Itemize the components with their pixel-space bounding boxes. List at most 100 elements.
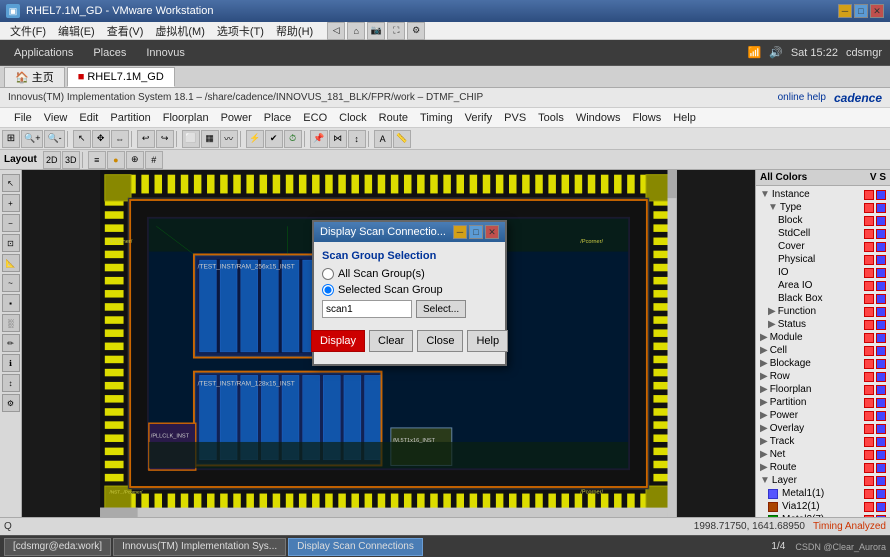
vs-v-via12[interactable] <box>864 502 874 512</box>
menu-edit[interactable]: 编辑(E) <box>52 23 101 39</box>
menu-pvs[interactable]: PVS <box>498 111 532 125</box>
vs-s-area-io[interactable] <box>876 281 886 291</box>
menu-tab[interactable]: 选项卡(T) <box>211 23 270 39</box>
lt-config[interactable]: ⚙ <box>2 394 20 412</box>
tree-status[interactable]: ▶ Status <box>758 318 888 331</box>
tree-cover[interactable]: Cover <box>758 240 888 253</box>
vs-s-type[interactable] <box>876 203 886 213</box>
tree-layer[interactable]: ▼ Layer <box>758 474 888 487</box>
toolbar-back[interactable]: ◁ <box>327 22 345 40</box>
taskbar-terminal[interactable]: [cdsmgr@eda:work] <box>4 538 111 556</box>
vs-s-route[interactable] <box>876 463 886 473</box>
vs-s-layer[interactable] <box>876 476 886 486</box>
vs-s-io[interactable] <box>876 268 886 278</box>
tree-row-item[interactable]: ▶ Row <box>758 370 888 383</box>
vs-v-status[interactable] <box>864 320 874 330</box>
vs-s-overlay[interactable] <box>876 424 886 434</box>
vs-v-cover[interactable] <box>864 242 874 252</box>
tree-cell[interactable]: ▶ Cell <box>758 344 888 357</box>
tb-annotate[interactable]: A <box>374 130 392 148</box>
tb-ruler[interactable]: 📏 <box>393 130 411 148</box>
close-button[interactable]: ✕ <box>870 4 884 18</box>
taskbar-innovus[interactable]: Innovus(TM) Implementation Sys... <box>113 538 286 556</box>
vs-v-stdcell[interactable] <box>864 229 874 239</box>
vs-s-metal1[interactable] <box>876 489 886 499</box>
tree-blackbox[interactable]: Black Box <box>758 292 888 305</box>
tb-pin[interactable]: 📌 <box>310 130 328 148</box>
menu-place[interactable]: Place <box>258 111 298 125</box>
vs-s-physical[interactable] <box>876 255 886 265</box>
vs-s-net[interactable] <box>876 450 886 460</box>
vs-s-stdcell[interactable] <box>876 229 886 239</box>
tree-track[interactable]: ▶ Track <box>758 435 888 448</box>
tb-undo[interactable]: ↩ <box>137 130 155 148</box>
lt-unzoom[interactable]: − <box>2 214 20 232</box>
menu-help[interactable]: 帮助(H) <box>270 23 319 39</box>
vs-v-net[interactable] <box>864 450 874 460</box>
tb-zoom-fit[interactable]: ⊞ <box>2 130 20 148</box>
tree-instance[interactable]: ▼ Instance <box>758 188 888 201</box>
tb-move[interactable]: ✥ <box>92 130 110 148</box>
vs-s-instance[interactable] <box>876 190 886 200</box>
dialog-minimize[interactable]: ─ <box>453 225 467 239</box>
menu-tools[interactable]: Tools <box>532 111 570 125</box>
vs-s-power[interactable] <box>876 411 886 421</box>
tree-block[interactable]: Block <box>758 214 888 227</box>
tb-floorplan[interactable]: ⬜ <box>182 130 200 148</box>
vs-s-blockage[interactable] <box>876 359 886 369</box>
menu-view[interactable]: 查看(V) <box>101 23 150 39</box>
menu-flows[interactable]: Flows <box>626 111 667 125</box>
places-menu[interactable]: Places <box>87 45 132 61</box>
tb-timing[interactable]: ⏱ <box>284 130 302 148</box>
menu-clock[interactable]: Clock <box>333 111 373 125</box>
vs-v-physical[interactable] <box>864 255 874 265</box>
tree-floorplan[interactable]: ▶ Floorplan <box>758 383 888 396</box>
vs-v-cell[interactable] <box>864 346 874 356</box>
menu-file[interactable]: 文件(F) <box>4 23 52 39</box>
tree-overlay[interactable]: ▶ Overlay <box>758 422 888 435</box>
vs-v-block[interactable] <box>864 216 874 226</box>
lt-select[interactable]: ↖ <box>2 174 20 192</box>
menu-verify[interactable]: Verify <box>459 111 499 125</box>
tb-route[interactable]: 〰 <box>220 130 238 148</box>
vs-v-function[interactable] <box>864 307 874 317</box>
vs-s-row[interactable] <box>876 372 886 382</box>
radio-all-scan[interactable] <box>322 268 334 280</box>
vs-v-io[interactable] <box>864 268 874 278</box>
tree-power[interactable]: ▶ Power <box>758 409 888 422</box>
vs-v-module[interactable] <box>864 333 874 343</box>
lt-net[interactable]: ~ <box>2 274 20 292</box>
menu-innovus-help[interactable]: Help <box>667 111 702 125</box>
vs-v-blackbox[interactable] <box>864 294 874 304</box>
menu-innovus-edit[interactable]: Edit <box>73 111 104 125</box>
help-button[interactable]: Help <box>467 330 508 352</box>
toolbar-fullscreen[interactable]: ⛶ <box>387 22 405 40</box>
applications-menu[interactable]: Applications <box>8 45 79 61</box>
vs-v-metal1[interactable] <box>864 489 874 499</box>
select-button[interactable]: Select... <box>416 300 466 318</box>
tree-io[interactable]: IO <box>758 266 888 279</box>
tb-snap[interactable]: ⊕ <box>126 151 144 169</box>
menu-route[interactable]: Route <box>373 111 414 125</box>
taskbar-display-scan[interactable]: Display Scan Connections <box>288 538 423 556</box>
lt-fill[interactable]: ░ <box>2 314 20 332</box>
lt-edit[interactable]: ✏ <box>2 334 20 352</box>
tree-physical[interactable]: Physical <box>758 253 888 266</box>
maximize-button[interactable]: □ <box>854 4 868 18</box>
tree-partition[interactable]: ▶ Partition <box>758 396 888 409</box>
tree-stdcell[interactable]: StdCell <box>758 227 888 240</box>
tb-select[interactable]: ↖ <box>73 130 91 148</box>
vs-v-power[interactable] <box>864 411 874 421</box>
vs-s-cover[interactable] <box>876 242 886 252</box>
lt-arrow[interactable]: ↕ <box>2 374 20 392</box>
tb-net[interactable]: ⋈ <box>329 130 347 148</box>
clear-button[interactable]: Clear <box>369 330 413 352</box>
toolbar-home[interactable]: ⌂ <box>347 22 365 40</box>
menu-innovus-view[interactable]: View <box>38 111 74 125</box>
tree-module[interactable]: ▶ Module <box>758 331 888 344</box>
vs-v-blockage[interactable] <box>864 359 874 369</box>
menu-partition[interactable]: Partition <box>104 111 156 125</box>
menu-floorplan[interactable]: Floorplan <box>157 111 215 125</box>
toolbar-snapshot[interactable]: 📷 <box>367 22 385 40</box>
tb-layer-mgr[interactable]: ≡ <box>88 151 106 169</box>
